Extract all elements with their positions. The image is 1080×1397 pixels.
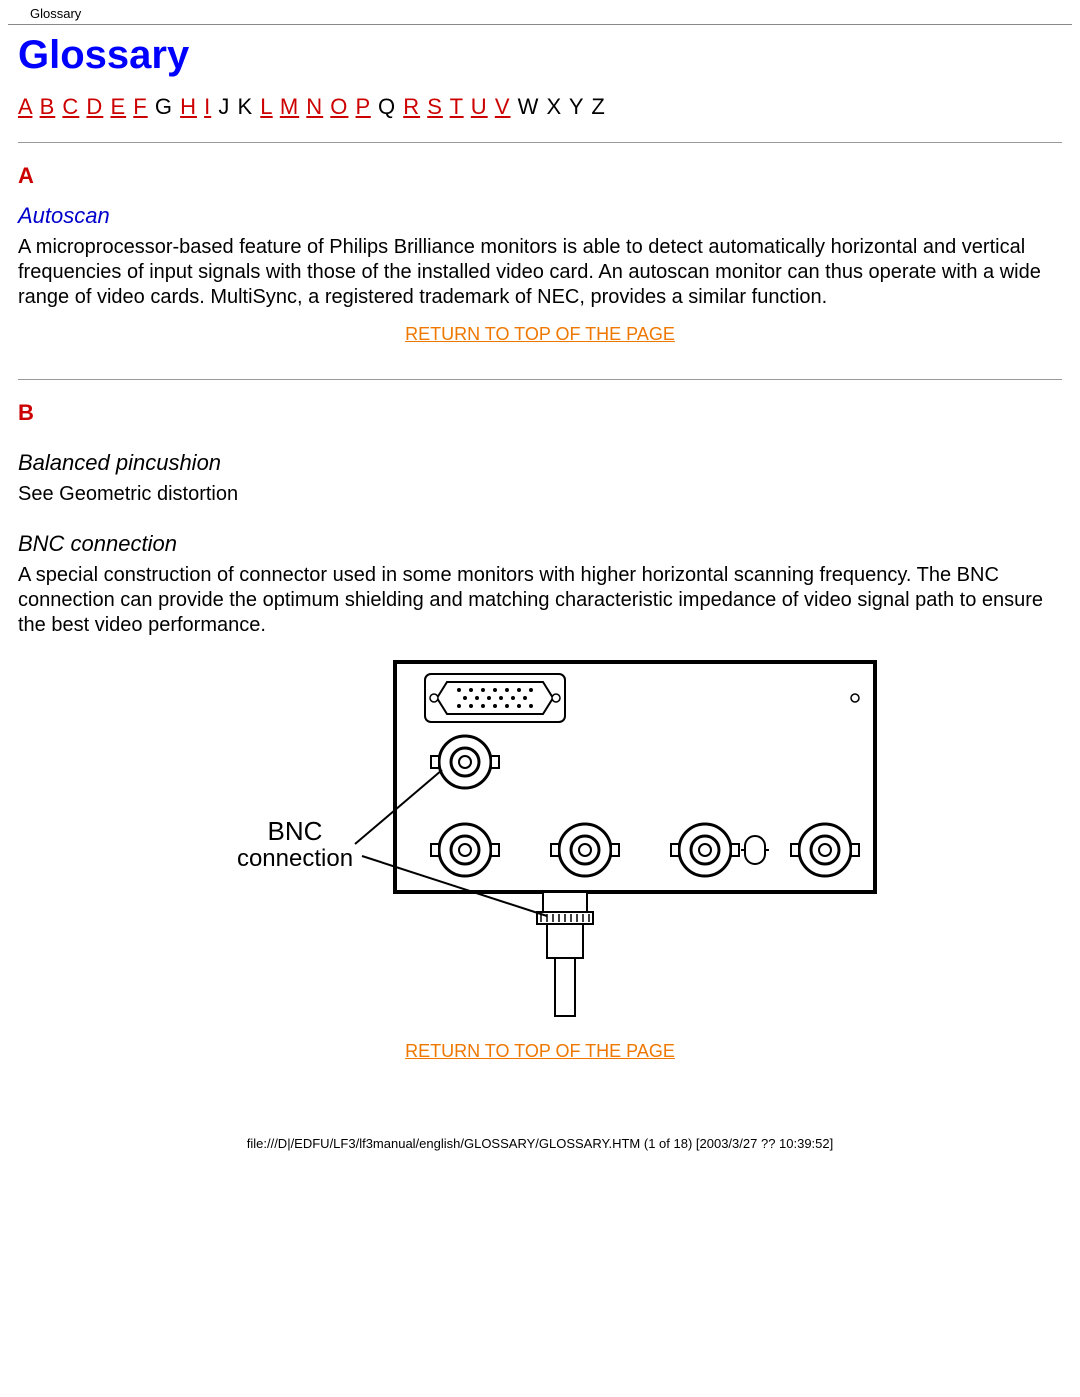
nav-y: Y [569, 94, 584, 119]
divider [18, 379, 1062, 380]
nav-e[interactable]: E [110, 94, 126, 119]
term-balanced-pincushion-title: Balanced pincushion [18, 450, 1062, 476]
nav-r[interactable]: R [403, 94, 420, 119]
footer-path: file:///D|/EDFU/LF3/lf3manual/english/GL… [0, 1106, 1080, 1163]
nav-x: X [547, 94, 563, 119]
nav-g: G [155, 94, 173, 119]
nav-p[interactable]: P [356, 94, 371, 119]
term-autoscan-body: A microprocessor-based feature of Philip… [18, 235, 1062, 310]
section-a-heading: A [18, 163, 1062, 189]
diagram-label-2: connection [237, 845, 353, 872]
term-balanced-pincushion-body: See Geometric distortion [18, 482, 1062, 507]
term-bnc-connection-title: BNC connection [18, 531, 1062, 557]
nav-d[interactable]: D [86, 94, 103, 119]
nav-s[interactable]: S [427, 94, 443, 119]
nav-b[interactable]: B [40, 94, 56, 119]
nav-t[interactable]: T [450, 94, 464, 119]
alphabet-nav: A B C D E F G H I J K L M N O P Q R S T … [18, 94, 1062, 120]
nav-a[interactable]: A [18, 94, 32, 119]
term-autoscan-title: Autoscan [18, 203, 1062, 229]
nav-o[interactable]: O [330, 94, 348, 119]
nav-l[interactable]: L [260, 94, 272, 119]
divider [18, 142, 1062, 143]
nav-q: Q [378, 94, 396, 119]
nav-c[interactable]: C [62, 94, 79, 119]
nav-w: W [518, 94, 540, 119]
term-bnc-connection-body: A special construction of connector used… [18, 563, 1062, 638]
nav-h[interactable]: H [180, 94, 197, 119]
page-title: Glossary [18, 33, 1062, 78]
bnc-diagram: BNC connection [18, 652, 1062, 1027]
nav-j: J [218, 94, 230, 119]
nav-v[interactable]: V [495, 94, 511, 119]
diagram-label-1: BNC [268, 816, 323, 846]
return-to-top-link[interactable]: RETURN TO TOP OF THE PAGE [405, 1041, 675, 1061]
nav-u[interactable]: U [471, 94, 488, 119]
nav-k: K [237, 94, 253, 119]
nav-i[interactable]: I [204, 94, 211, 119]
header-small-title: Glossary [8, 0, 1072, 25]
nav-m[interactable]: M [280, 94, 299, 119]
nav-f[interactable]: F [133, 94, 147, 119]
section-b-heading: B [18, 400, 1062, 426]
return-to-top-link[interactable]: RETURN TO TOP OF THE PAGE [405, 324, 675, 344]
nav-n[interactable]: N [306, 94, 323, 119]
nav-z: Z [591, 94, 605, 119]
page-content: Glossary A B C D E F G H I J K L M N O P… [0, 33, 1080, 1106]
